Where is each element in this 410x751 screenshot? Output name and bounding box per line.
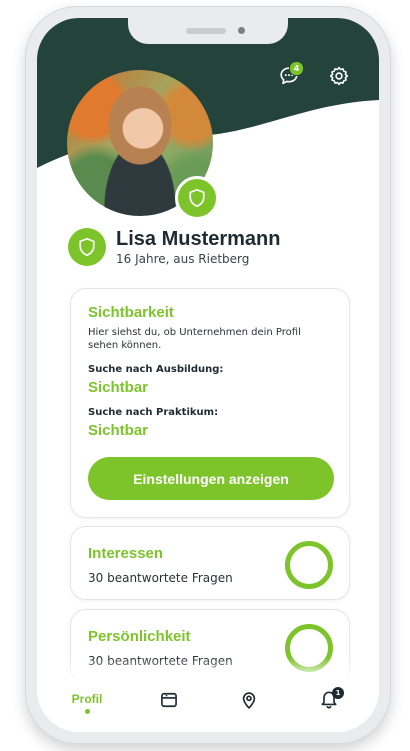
phone-notch (128, 18, 288, 44)
shield-icon (79, 237, 95, 257)
tab-profile-label: Profil (71, 692, 103, 706)
chat-button[interactable]: 4 (273, 60, 305, 92)
tab-notifications[interactable]: 1 (309, 687, 349, 724)
scroll-fade (37, 658, 379, 680)
interests-card[interactable]: Interessen 30 beantwortete Fragen (70, 526, 350, 600)
calendar-icon (161, 692, 177, 708)
training-search-value: Sichtbar (88, 379, 149, 396)
notification-badge: 1 (332, 687, 344, 699)
interests-progress-ring (285, 541, 333, 589)
interests-title: Interessen (88, 545, 164, 562)
phone-frame: 4 Lisa Mustermann 16 Jahre, aus Rietberg (25, 6, 391, 744)
profile-header: Lisa Mustermann 16 Jahre, aus Rietberg (68, 224, 358, 270)
show-settings-button[interactable]: Einstellungen anzeigen (88, 457, 334, 500)
profile-verified-icon (68, 228, 106, 266)
training-search-label: Suche nach Ausbildung: (88, 364, 224, 375)
bottom-tab-bar: Profil 1 (37, 678, 379, 732)
internship-search-value: Sichtbar (88, 422, 149, 439)
internship-search-label: Suche nach Praktikum: (88, 407, 219, 418)
app-screen: 4 Lisa Mustermann 16 Jahre, aus Rietberg (37, 18, 379, 732)
profile-details: 16 Jahre, aus Rietberg (116, 251, 250, 266)
avatar-verified-badge (175, 176, 219, 220)
profile-text: Lisa Mustermann 16 Jahre, aus Rietberg (116, 228, 280, 267)
visibility-description: Hier siehst du, ob Unternehmen dein Prof… (88, 327, 301, 351)
shield-icon (189, 188, 205, 208)
tab-location[interactable] (229, 690, 269, 726)
gear-icon (329, 66, 349, 86)
speaker-grill (186, 28, 226, 34)
profile-name: Lisa Mustermann (116, 227, 281, 250)
location-pin-icon (242, 692, 256, 709)
visibility-card: Sichtbarkeit Hier siehst du, ob Unterneh… (70, 288, 350, 518)
chat-badge: 4 (289, 61, 304, 76)
interests-subtitle: 30 beantwortete Fragen (88, 571, 233, 585)
front-camera (238, 27, 245, 34)
settings-button[interactable] (323, 60, 355, 92)
tab-profile[interactable]: Profil (67, 682, 107, 718)
active-tab-indicator (84, 709, 90, 714)
visibility-title: Sichtbarkeit (88, 304, 174, 321)
tab-calendar[interactable] (149, 690, 189, 726)
personality-title: Persönlichkeit (88, 628, 191, 645)
